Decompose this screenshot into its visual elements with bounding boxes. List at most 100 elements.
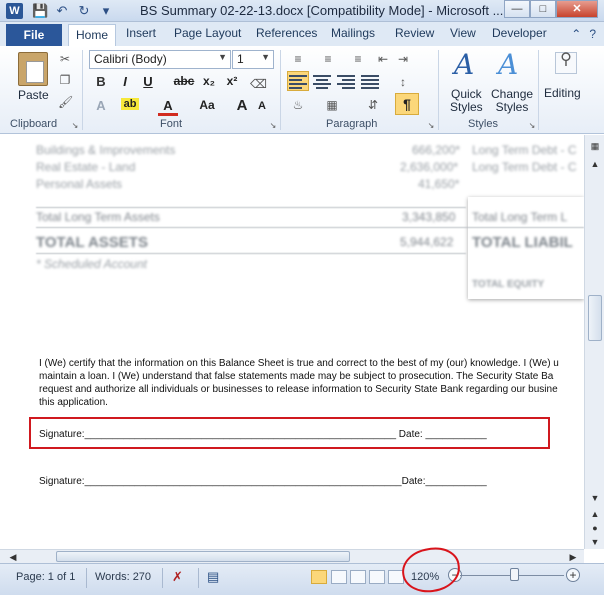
- sort-icon[interactable]: ⇵: [364, 98, 382, 112]
- cut-icon[interactable]: ✂: [58, 52, 72, 66]
- tab-developer[interactable]: Developer: [492, 26, 547, 40]
- change-styles-icon[interactable]: A: [498, 48, 518, 81]
- show-formatting-button[interactable]: ¶: [395, 93, 419, 115]
- increase-indent-icon[interactable]: ⇥: [396, 52, 410, 66]
- styles-launcher-icon[interactable]: ↘: [525, 119, 539, 133]
- paragraph-launcher-icon[interactable]: ↘: [424, 119, 438, 133]
- binoculars-icon[interactable]: ⚲: [555, 52, 577, 74]
- select-browse-object-icon[interactable]: ●: [587, 521, 603, 535]
- vertical-scrollbar[interactable]: ▦ ▲ ▼ ▲ ● ▼: [584, 135, 604, 549]
- subscript-button[interactable]: x₂: [199, 74, 219, 88]
- tab-review[interactable]: Review: [395, 26, 434, 40]
- highlight-button[interactable]: ab: [121, 98, 139, 110]
- tab-references[interactable]: References: [256, 26, 317, 40]
- signature-line-2[interactable]: Signature:______________________________…: [39, 476, 487, 487]
- decrease-indent-icon[interactable]: ⇤: [376, 52, 390, 66]
- clear-formatting-icon[interactable]: ⌫: [250, 77, 267, 91]
- status-separator: [162, 568, 163, 588]
- scroll-down-icon[interactable]: ▼: [587, 491, 603, 505]
- change-case-button[interactable]: Aa: [194, 98, 220, 112]
- help-icon[interactable]: ?: [589, 27, 596, 41]
- quick-styles-icon[interactable]: A: [454, 48, 474, 81]
- certification-line: I (We) certify that the information on t…: [39, 358, 559, 369]
- group-separator: [438, 50, 439, 130]
- paste-icon[interactable]: [18, 52, 48, 86]
- tab-home[interactable]: Home: [68, 24, 117, 46]
- zoom-in-button[interactable]: +: [566, 568, 580, 582]
- total-long-term-assets-label: Total Long Term Assets: [36, 210, 160, 224]
- save-icon[interactable]: 💾: [32, 3, 48, 19]
- tab-mailings[interactable]: Mailings: [331, 26, 375, 40]
- font-color-button[interactable]: A: [158, 98, 178, 116]
- tab-page-layout[interactable]: Page Layout: [174, 26, 241, 40]
- quick-styles-button[interactable]: Quick Styles: [450, 88, 483, 114]
- next-page-icon[interactable]: ▼: [587, 535, 603, 549]
- text-effects-button[interactable]: A: [91, 98, 111, 113]
- close-button[interactable]: ✕: [556, 0, 598, 18]
- bullets-icon[interactable]: ≡: [288, 52, 308, 66]
- line-spacing-icon[interactable]: ↕: [393, 75, 413, 89]
- clipboard-launcher-icon[interactable]: ↘: [68, 119, 82, 133]
- strikethrough-button[interactable]: abc: [171, 74, 197, 88]
- shading-icon[interactable]: ♨: [289, 98, 307, 112]
- bold-button[interactable]: B: [91, 74, 111, 89]
- grow-font-button[interactable]: A: [232, 97, 252, 114]
- ruler-toggle-icon[interactable]: ▦: [587, 139, 603, 153]
- justify-icon[interactable]: [361, 73, 379, 89]
- certification-line: this application.: [39, 397, 108, 408]
- divider: [36, 207, 466, 208]
- numbering-icon[interactable]: ≡: [318, 52, 338, 66]
- customize-toolbar-icon[interactable]: ▾: [98, 3, 114, 19]
- previous-page-icon[interactable]: ▲: [587, 507, 603, 521]
- clipboard-group-label: Clipboard: [10, 118, 58, 130]
- collapse-ribbon-icon[interactable]: ⌃: [571, 27, 581, 41]
- word-count[interactable]: Words: 270: [95, 571, 151, 583]
- minimize-button[interactable]: —: [504, 0, 530, 18]
- scroll-left-icon[interactable]: ◀: [6, 550, 20, 564]
- italic-button[interactable]: I: [115, 74, 135, 89]
- change-styles-button[interactable]: Change Styles: [491, 88, 533, 114]
- shrink-font-button[interactable]: A: [252, 100, 272, 112]
- zoom-slider-thumb[interactable]: [510, 568, 519, 581]
- web-layout-icon[interactable]: [350, 570, 366, 584]
- total-equity-label: TOTAL EQUITY: [472, 279, 545, 290]
- document-page[interactable]: Buildings & Improvements 666,200* Long T…: [0, 135, 584, 549]
- font-size-combo[interactable]: 1 ▼: [232, 50, 274, 69]
- tab-view[interactable]: View: [450, 26, 476, 40]
- superscript-button[interactable]: x²: [222, 74, 242, 88]
- font-group-label: Font: [160, 118, 183, 130]
- signature-line-1[interactable]: Signature:______________________________…: [39, 429, 487, 440]
- tab-file[interactable]: File: [6, 24, 62, 46]
- font-name-combo[interactable]: Calibri (Body) ▼: [89, 50, 231, 69]
- paragraph-group-label: Paragraph: [326, 118, 378, 130]
- outline-view-icon[interactable]: [369, 570, 385, 584]
- title-bar: W 💾 ↶ ↻ ▾ BS Summary 02-22-13.docx [Comp…: [0, 0, 604, 22]
- undo-icon[interactable]: ↶: [54, 3, 70, 19]
- font-launcher-icon[interactable]: ↘: [266, 119, 280, 133]
- paste-button[interactable]: Paste: [18, 88, 49, 102]
- format-painter-icon[interactable]: 🖌: [58, 95, 73, 109]
- scroll-up-icon[interactable]: ▲: [587, 157, 603, 171]
- underline-button[interactable]: U: [138, 74, 158, 89]
- multilevel-list-icon[interactable]: ≡: [348, 52, 368, 66]
- redo-icon[interactable]: ↻: [76, 3, 92, 19]
- page-count[interactable]: Page: 1 of 1: [16, 571, 75, 583]
- borders-icon[interactable]: ▦: [323, 98, 341, 112]
- copy-icon[interactable]: ❐: [58, 73, 72, 87]
- maximize-button[interactable]: □: [530, 0, 556, 18]
- proofing-errors-icon[interactable]: ✗: [172, 569, 183, 585]
- horizontal-scrollbar[interactable]: ◀ ▶: [0, 549, 584, 563]
- align-right-icon[interactable]: [337, 73, 355, 89]
- ribbon-tabs: File Home Insert Page Layout References …: [0, 22, 604, 46]
- group-separator: [538, 50, 539, 130]
- scroll-right-icon[interactable]: ▶: [566, 550, 580, 564]
- horizontal-scroll-thumb[interactable]: [56, 551, 350, 562]
- print-layout-view-icon[interactable]: [311, 570, 327, 584]
- vertical-scroll-thumb[interactable]: [588, 295, 602, 341]
- tab-insert[interactable]: Insert: [126, 26, 156, 40]
- align-center-icon[interactable]: [313, 73, 331, 89]
- macro-recording-icon[interactable]: ▤: [207, 569, 219, 585]
- word-app-icon[interactable]: W: [6, 3, 23, 19]
- editing-button[interactable]: Editing: [544, 86, 581, 100]
- full-screen-reading-icon[interactable]: [331, 570, 347, 584]
